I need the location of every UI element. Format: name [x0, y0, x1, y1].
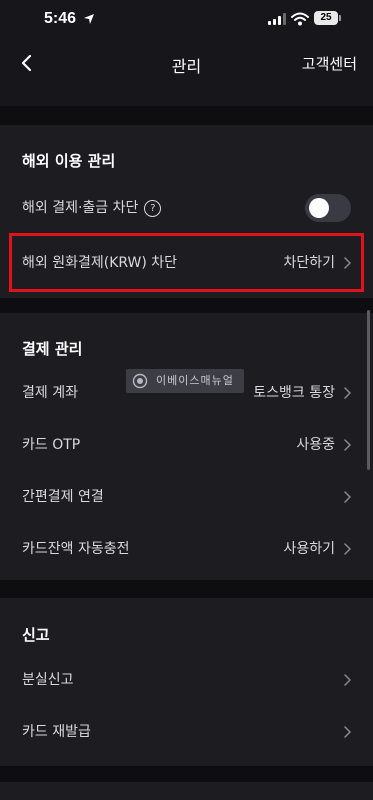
battery-tip: [339, 15, 341, 21]
watermark-logo-icon: [132, 373, 148, 389]
battery-icon: 25: [314, 11, 338, 25]
watermark: 이베이스매뉴얼: [126, 369, 244, 393]
row-value: 토스뱅크 통장: [253, 385, 335, 401]
row-label: 카드잔액 자동충전: [22, 541, 130, 557]
block-overseas-toggle[interactable]: [305, 194, 351, 222]
row-krw-block[interactable]: 해외 원화결제(KRW) 차단 차단하기: [0, 239, 373, 287]
row-label: 카드 재발급: [22, 724, 91, 740]
chevron-right-icon: [344, 387, 351, 399]
toggle-knob: [309, 198, 329, 218]
section-bottom: [0, 782, 373, 800]
row-card-reissue[interactable]: 카드 재발급: [0, 708, 373, 756]
row-label: 해외 원화결제(KRW) 차단: [22, 255, 178, 271]
wifi-icon: [291, 12, 309, 26]
row-label: 분실신고: [22, 672, 74, 688]
section-title-report: 신고: [22, 626, 50, 644]
row-block-overseas-payment: 해외 결제·출금 차단?: [0, 184, 373, 232]
status-bar: 5:46 25: [0, 0, 373, 40]
row-value: 사용하기: [283, 541, 335, 557]
row-value: 차단하기: [283, 255, 335, 271]
chevron-right-icon: [344, 257, 351, 269]
section-payment: 결제 관리 결제 계좌 토스뱅크 통장 카드 OTP 사용중 간편결제 연결 카…: [0, 313, 373, 580]
customer-center-link[interactable]: 고객센터: [302, 53, 357, 74]
section-overseas: 해외 이용 관리 해외 결제·출금 차단? 해외 원화결제(KRW) 차단 차단…: [0, 125, 373, 298]
row-easy-pay[interactable]: 간편결제 연결: [0, 473, 373, 521]
row-lost-report[interactable]: 분실신고: [0, 656, 373, 704]
chevron-right-icon: [344, 726, 351, 738]
chevron-right-icon: [344, 491, 351, 503]
signal-icon: [268, 13, 286, 25]
header: 관리 고객센터: [0, 40, 373, 106]
row-label: 결제 계좌: [22, 385, 78, 401]
chevron-right-icon: [344, 439, 351, 451]
watermark-text: 이베이스매뉴얼: [156, 374, 234, 387]
question-circle-icon[interactable]: ?: [144, 200, 162, 217]
row-auto-charge[interactable]: 카드잔액 자동충전 사용하기: [0, 525, 373, 573]
scrollbar[interactable]: [367, 310, 370, 470]
chevron-right-icon: [344, 543, 351, 555]
section-title-payment: 결제 관리: [22, 340, 83, 358]
location-arrow-icon: [84, 14, 94, 24]
status-time: 5:46: [44, 10, 77, 27]
row-label: 해외 결제·출금 차단: [22, 200, 139, 216]
row-value: 사용중: [296, 437, 335, 453]
row-label: 간편결제 연결: [22, 489, 104, 505]
row-label: 카드 OTP: [22, 437, 81, 453]
row-card-otp[interactable]: 카드 OTP 사용중: [0, 421, 373, 469]
section-report: 신고 분실신고 카드 재발급: [0, 598, 373, 766]
section-title-overseas: 해외 이용 관리: [22, 152, 116, 170]
chevron-right-icon: [344, 674, 351, 686]
